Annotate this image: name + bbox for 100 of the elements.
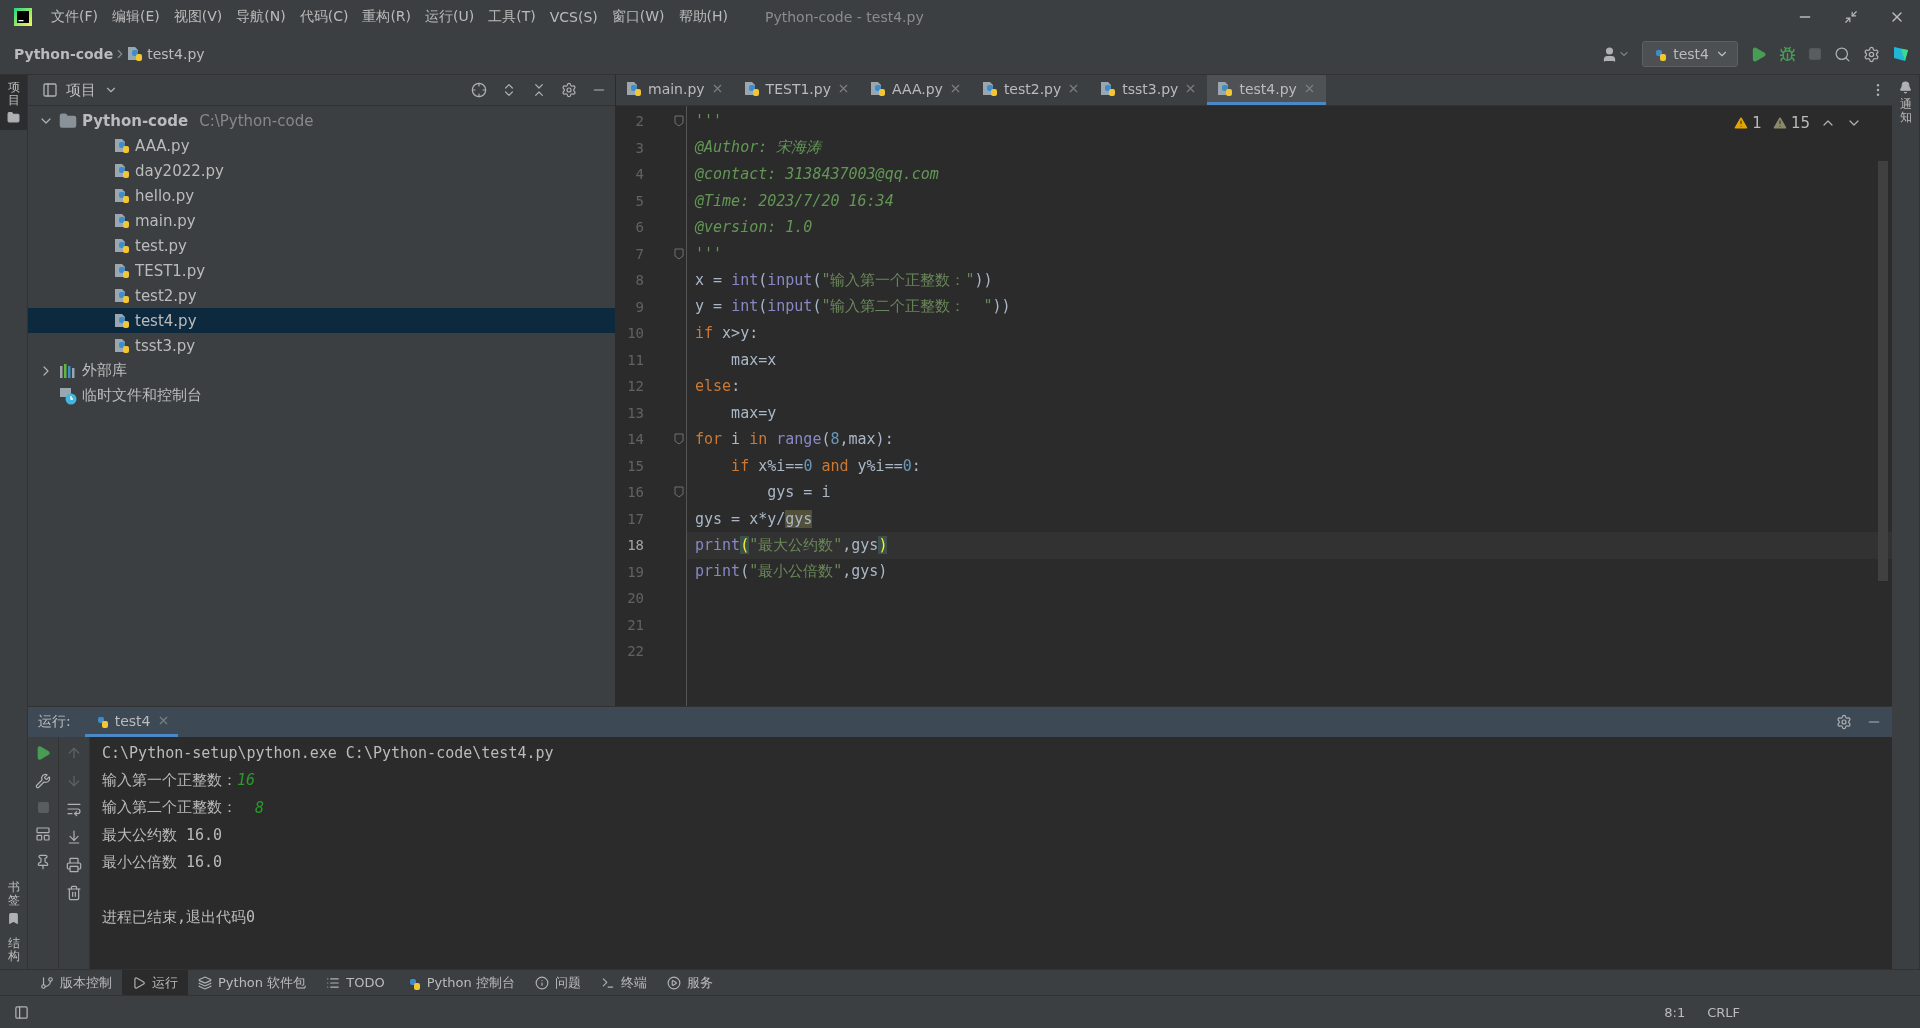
- inspection-count[interactable]: 1: [1733, 114, 1762, 132]
- console-input-text: 8: [255, 798, 265, 817]
- tree-item[interactable]: hello.py: [28, 183, 615, 208]
- tool-window-button[interactable]: TODO: [316, 970, 395, 995]
- trash-icon[interactable]: [66, 885, 82, 901]
- python-file-icon: [114, 162, 130, 179]
- wrench-icon[interactable]: [35, 773, 51, 789]
- tree-item[interactable]: tsst3.py: [28, 333, 615, 358]
- line-number: 8: [634, 272, 644, 289]
- app-logo-icon[interactable]: [14, 8, 32, 26]
- fold-icon[interactable]: [674, 247, 684, 260]
- soft-wrap-icon[interactable]: [66, 801, 82, 817]
- terminal-icon: [600, 975, 615, 990]
- scroll-to-end-icon[interactable]: [66, 829, 82, 845]
- code-line: x = int(input("输入第一个正整数：")): [695, 270, 993, 290]
- code-line: y = int(input("输入第二个正整数： ")): [695, 297, 1011, 317]
- python-file-icon: [626, 80, 642, 97]
- python-file-icon: [870, 80, 886, 97]
- tool-window-button[interactable]: 版本控制: [30, 970, 122, 995]
- run-config-dropdown[interactable]: test4: [1642, 41, 1738, 67]
- fold-icon[interactable]: [674, 115, 684, 128]
- menu-item[interactable]: VCS(S): [542, 9, 605, 25]
- python-file-icon: [743, 80, 760, 97]
- code-line: gys = x*y/gys: [695, 509, 813, 528]
- run-icon[interactable]: [1750, 45, 1767, 63]
- settings-icon[interactable]: [1863, 45, 1880, 63]
- settings-icon[interactable]: [561, 82, 577, 98]
- menu-item[interactable]: 运行(U): [418, 8, 482, 26]
- settings-icon[interactable]: [1836, 714, 1852, 730]
- weak-warning-icon: [1771, 115, 1788, 131]
- breadcrumb-item[interactable]: test4.py: [147, 46, 205, 62]
- code-line: gys = i: [766, 483, 831, 502]
- folder-icon: [7, 111, 20, 125]
- close-icon[interactable]: [837, 82, 850, 95]
- library-icon: [59, 362, 77, 379]
- tree-item[interactable]: TEST1.py: [28, 258, 615, 283]
- line-number: 7: [634, 245, 644, 262]
- tool-window-button[interactable]: 服务: [656, 970, 723, 995]
- debug-icon[interactable]: [1779, 45, 1796, 63]
- python-file-icon: [1217, 80, 1234, 97]
- rerun-icon[interactable]: [35, 745, 51, 761]
- editor-tab[interactable]: AAA.py: [860, 75, 972, 105]
- tree-item[interactable]: 临时文件和控制台: [28, 383, 615, 408]
- layout-icon[interactable]: [35, 826, 51, 842]
- tree-item[interactable]: Python-code C:\Python-code: [28, 108, 615, 133]
- layout-icon[interactable]: [14, 1004, 29, 1020]
- tool-window-button[interactable]: 问题: [524, 970, 591, 995]
- menu-item[interactable]: 重构(R): [355, 8, 419, 26]
- search-icon[interactable]: [1834, 45, 1851, 63]
- tool-window-button[interactable]: Python 软件包: [188, 970, 317, 995]
- python-file-icon: [114, 137, 130, 154]
- tree-item[interactable]: test2.py: [28, 283, 615, 308]
- tree-item[interactable]: main.py: [28, 208, 615, 233]
- menu-item[interactable]: 工具(T): [481, 8, 543, 26]
- menu-item[interactable]: 窗口(W): [604, 8, 672, 26]
- tool-window-tab[interactable]: 通知: [1892, 75, 1919, 131]
- status-item[interactable]: 8:1: [1664, 1004, 1686, 1020]
- editor-tab[interactable]: main.py: [616, 75, 734, 105]
- line-number: 14: [626, 431, 644, 448]
- run-tab[interactable]: test4: [84, 707, 178, 737]
- tree-item[interactable]: 外部库: [28, 358, 615, 383]
- locate-icon[interactable]: [471, 82, 487, 98]
- panel-title[interactable]: 项目: [66, 80, 96, 100]
- python-file-icon: [127, 46, 144, 62]
- pin-icon[interactable]: [35, 854, 51, 870]
- fold-icon[interactable]: [674, 433, 684, 446]
- tool-window-button[interactable]: 终端: [590, 970, 657, 995]
- editor-tab[interactable]: test4.py: [1207, 75, 1326, 105]
- plugin-logo-icon[interactable]: [1892, 45, 1910, 63]
- editor-tab[interactable]: test2.py: [971, 75, 1091, 105]
- editor-tab[interactable]: TEST1.py: [733, 75, 860, 105]
- menu-item[interactable]: 文件(F): [44, 8, 105, 26]
- status-item[interactable]: CRLF: [1707, 1004, 1740, 1020]
- breadcrumb-item[interactable]: Python-code: [14, 46, 114, 62]
- menu-item[interactable]: 代码(C): [292, 8, 356, 26]
- line-number: 20: [626, 590, 644, 607]
- tree-item[interactable]: AAA.py: [28, 133, 615, 158]
- tree-item[interactable]: test.py: [28, 233, 615, 258]
- code-line: @contact: 3138437003@qq.com: [695, 165, 939, 184]
- info-icon: [534, 975, 549, 990]
- console-output: 输入第二个正整数：: [102, 798, 238, 818]
- tree-item[interactable]: test4.py: [28, 308, 615, 333]
- tree-item[interactable]: day2022.py: [28, 158, 615, 183]
- inspection-count[interactable]: 15: [1771, 114, 1810, 132]
- editor-tab[interactable]: tsst3.py: [1090, 75, 1208, 105]
- menu-item[interactable]: 帮助(H): [671, 8, 735, 26]
- menu-item[interactable]: 导航(N): [229, 8, 293, 26]
- code-line: else:: [695, 377, 741, 396]
- console-output: C:\Python-setup\python.exe C:\Python-code\test4.py: [102, 743, 554, 762]
- tool-window-button[interactable]: Python 控制台: [394, 970, 525, 995]
- tool-window-tab[interactable]: 书签: [0, 875, 27, 931]
- tool-window-tab[interactable]: 项目: [0, 75, 27, 131]
- print-icon[interactable]: [66, 857, 82, 873]
- menu-item[interactable]: 视图(V): [166, 8, 230, 26]
- tool-window-tab[interactable]: 结构: [0, 930, 27, 969]
- restore-icon[interactable]: [1844, 10, 1858, 24]
- tool-window-button[interactable]: 运行: [122, 970, 188, 995]
- fold-icon[interactable]: [674, 486, 684, 499]
- line-number: 22: [626, 643, 644, 660]
- menu-item[interactable]: 编辑(E): [105, 8, 167, 26]
